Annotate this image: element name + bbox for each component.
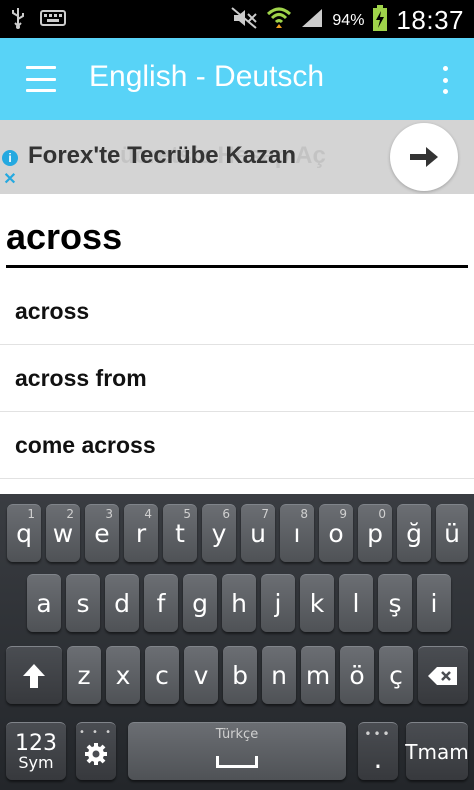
key-h[interactable]: h — [222, 574, 256, 632]
results-list: across across from come across — [0, 278, 474, 479]
battery-charging-icon — [372, 4, 388, 37]
backspace-icon — [428, 666, 457, 685]
arrow-right-icon — [410, 147, 438, 167]
settings-key[interactable]: • • • — [76, 722, 116, 780]
key-c-cedilla[interactable]: ç — [379, 646, 413, 704]
key-z[interactable]: z — [67, 646, 101, 704]
clock: 18:37 — [396, 5, 464, 35]
usb-icon — [10, 6, 26, 35]
key-o[interactable]: 9o — [319, 504, 353, 562]
app-bar: English - Deutsch — [0, 38, 474, 120]
symbols-key[interactable]: 123 Sym — [6, 722, 66, 780]
gear-icon — [85, 742, 107, 765]
key-l[interactable]: l — [339, 574, 373, 632]
ad-banner[interactable]: i ✕ ücretsiz Hesap Aç Forex'te Tecrübe K… — [0, 120, 474, 194]
key-w[interactable]: 2w — [46, 504, 80, 562]
app-title: English - Deutsch — [89, 60, 325, 93]
settings-dots: • • • — [78, 727, 114, 738]
ad-arrow-button[interactable] — [390, 123, 458, 191]
hamburger-menu-icon[interactable] — [26, 66, 56, 92]
key-m[interactable]: m — [301, 646, 335, 704]
list-item[interactable]: come across — [0, 412, 474, 479]
search-query: across — [6, 216, 123, 257]
mute-icon — [230, 6, 258, 35]
signal-icon — [300, 7, 324, 34]
key-f[interactable]: f — [144, 574, 178, 632]
wifi-icon — [266, 6, 292, 35]
key-g-breve[interactable]: ğ — [397, 504, 431, 562]
status-bar: 94% 18:37 — [0, 0, 474, 38]
key-o-umlaut[interactable]: ö — [340, 646, 374, 704]
screen: 94% 18:37 English - Deutsch i ✕ ücretsiz… — [0, 0, 474, 790]
key-u[interactable]: 7u — [241, 504, 275, 562]
key-i[interactable]: i — [417, 574, 451, 632]
keyboard-icon — [40, 9, 66, 32]
period-key[interactable]: ••• . — [358, 722, 398, 780]
enter-key[interactable]: Tmam — [405, 722, 469, 780]
search-input[interactable]: across — [6, 208, 468, 268]
key-s[interactable]: s — [66, 574, 100, 632]
backspace-key[interactable] — [418, 646, 468, 704]
ad-headline[interactable]: Forex'te Tecrübe Kazan — [28, 142, 296, 170]
list-item[interactable]: across from — [0, 345, 474, 412]
battery-percent: 94% — [332, 11, 365, 29]
key-k[interactable]: k — [300, 574, 334, 632]
key-n[interactable]: n — [262, 646, 296, 704]
shift-key[interactable] — [6, 646, 62, 704]
key-t[interactable]: 5t — [163, 504, 197, 562]
ad-info-icon[interactable]: i — [2, 150, 18, 166]
key-v[interactable]: v — [184, 646, 218, 704]
key-y[interactable]: 6y — [202, 504, 236, 562]
key-s-cedilla[interactable]: ş — [378, 574, 412, 632]
key-x[interactable]: x — [106, 646, 140, 704]
overflow-menu-icon[interactable] — [440, 66, 450, 94]
key-e[interactable]: 3e — [85, 504, 119, 562]
soft-keyboard: 1q 2w 3e 4r 5t 6y 7u 8ı 9o 0p ğ ü a s d … — [0, 494, 474, 790]
key-a[interactable]: a — [27, 574, 61, 632]
shift-arrow-icon — [23, 663, 45, 688]
key-c[interactable]: c — [145, 646, 179, 704]
key-g[interactable]: g — [183, 574, 217, 632]
key-p[interactable]: 0p — [358, 504, 392, 562]
key-b[interactable]: b — [223, 646, 257, 704]
ad-close-icon[interactable]: ✕ — [2, 172, 18, 188]
key-j[interactable]: j — [261, 574, 295, 632]
list-item[interactable]: across — [0, 278, 474, 345]
key-u-umlaut[interactable]: ü — [436, 504, 468, 562]
space-key[interactable]: Türkçe — [128, 722, 346, 780]
key-dotless-i[interactable]: 8ı — [280, 504, 314, 562]
key-d[interactable]: d — [105, 574, 139, 632]
key-r[interactable]: 4r — [124, 504, 158, 562]
key-q[interactable]: 1q — [7, 504, 41, 562]
